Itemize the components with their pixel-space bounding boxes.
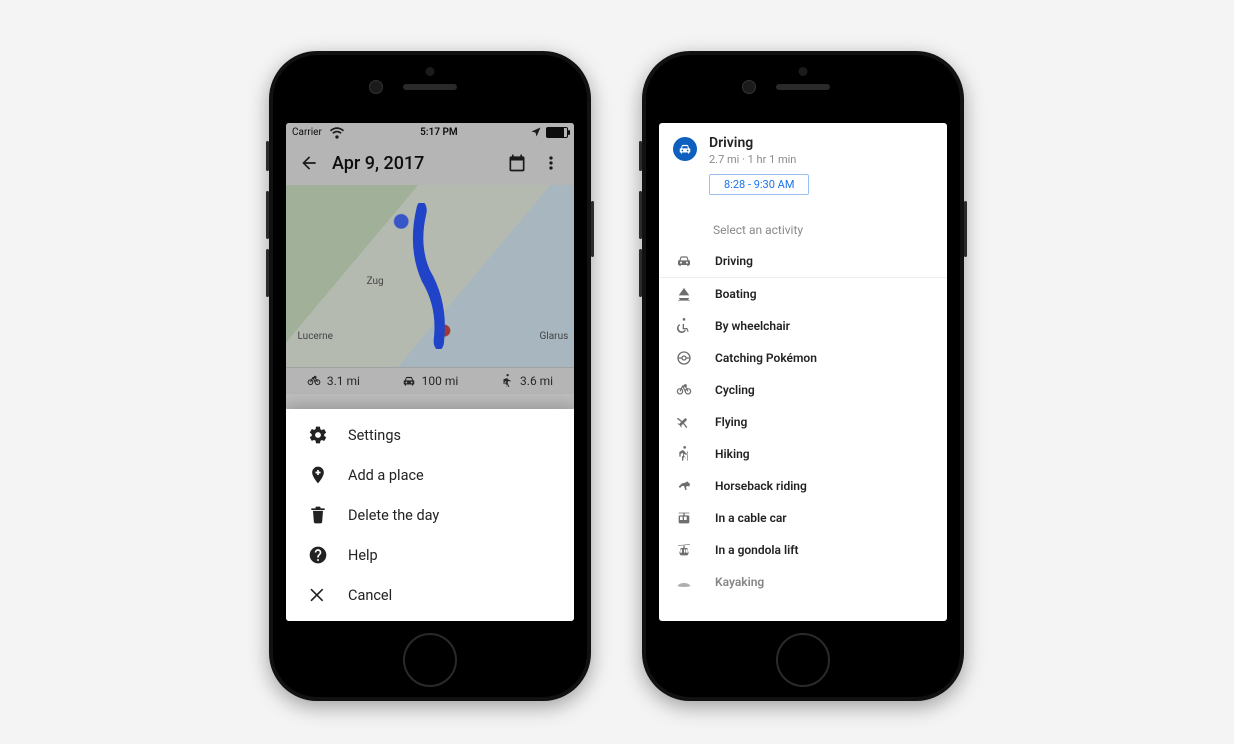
home-button[interactable] (403, 633, 457, 687)
stat-car: 100 mi (402, 374, 459, 388)
map-view[interactable]: Zug Lucerne Glarus (286, 185, 574, 368)
map-label: Zug (367, 276, 384, 287)
activity-item-cablecar[interactable]: In a cable car (659, 502, 947, 534)
boat-icon (673, 286, 695, 302)
phone-frame-left: Carrier 5:17 PM Apr 9, 2017 Zug Lucerne … (269, 51, 591, 701)
activity-item-gondola[interactable]: In a gondola lift (659, 534, 947, 566)
bike-icon (673, 382, 695, 398)
plane-icon (673, 414, 695, 430)
app-header: Apr 9, 2017 (286, 141, 574, 185)
stats-bar: 3.1 mi 100 mi 3.6 mi (286, 368, 574, 394)
overflow-menu-button[interactable] (540, 152, 562, 174)
cablecar-icon (673, 510, 695, 526)
calendar-button[interactable] (506, 152, 528, 174)
carrier-label: Carrier (292, 127, 322, 138)
status-bar: Carrier 5:17 PM (286, 123, 574, 141)
activity-item-pokemon[interactable]: Catching Pokémon (659, 342, 947, 374)
close-icon (308, 585, 328, 605)
gear-icon (308, 425, 328, 445)
activity-item-horseback[interactable]: Horseback riding (659, 470, 947, 502)
section-label: Select an activity (659, 201, 947, 245)
sheet-item-help[interactable]: Help (286, 535, 574, 575)
gondola-icon (673, 542, 695, 558)
clock-label: 5:17 PM (420, 127, 458, 138)
activity-list: Driving Boating By wheelchair Catching P… (659, 245, 947, 598)
map-label: Glarus (540, 331, 569, 342)
activity-item-kayaking[interactable]: Kayaking (659, 566, 947, 598)
sheet-item-cancel[interactable]: Cancel (286, 575, 574, 615)
help-icon (308, 545, 328, 565)
battery-icon (546, 127, 568, 138)
activity-header: Driving 2.7 mi · 1 hr 1 min 8:28 - 9:30 … (659, 123, 947, 201)
trash-icon (308, 505, 328, 525)
sheet-item-add-place[interactable]: Add a place (286, 455, 574, 495)
walk-icon (500, 374, 514, 388)
wifi-icon (326, 123, 348, 143)
activity-item-hiking[interactable]: Hiking (659, 438, 947, 470)
sheet-item-delete-day[interactable]: Delete the day (286, 495, 574, 535)
back-button[interactable] (298, 152, 320, 174)
activity-title: Driving (709, 135, 809, 151)
stat-walk: 3.6 mi (500, 374, 553, 388)
activity-item-cycling[interactable]: Cycling (659, 374, 947, 406)
kayak-icon (673, 574, 695, 590)
action-sheet: Settings Add a place Delete the day Help… (286, 409, 574, 621)
activity-item-flying[interactable]: Flying (659, 406, 947, 438)
location-icon (530, 126, 542, 138)
pin-plus-icon (308, 465, 328, 485)
hiking-icon (673, 446, 695, 462)
activity-item-driving[interactable]: Driving (659, 245, 947, 278)
bike-icon (307, 374, 321, 388)
car-icon (402, 374, 416, 388)
activity-item-wheelchair[interactable]: By wheelchair (659, 310, 947, 342)
home-button[interactable] (776, 633, 830, 687)
car-icon (673, 253, 695, 269)
wheelchair-icon (673, 318, 695, 334)
driving-chip-icon (673, 137, 697, 161)
activity-subtitle: 2.7 mi · 1 hr 1 min (709, 153, 809, 166)
activity-item-boating[interactable]: Boating (659, 278, 947, 310)
stat-bike: 3.1 mi (307, 374, 360, 388)
phone-frame-right: Driving 2.7 mi · 1 hr 1 min 8:28 - 9:30 … (642, 51, 964, 701)
page-title: Apr 9, 2017 (332, 153, 424, 174)
pokeball-icon (673, 350, 695, 366)
map-label: Lucerne (298, 331, 333, 342)
horse-icon (673, 478, 695, 494)
time-range-chip[interactable]: 8:28 - 9:30 AM (709, 174, 809, 195)
sheet-item-settings[interactable]: Settings (286, 415, 574, 455)
